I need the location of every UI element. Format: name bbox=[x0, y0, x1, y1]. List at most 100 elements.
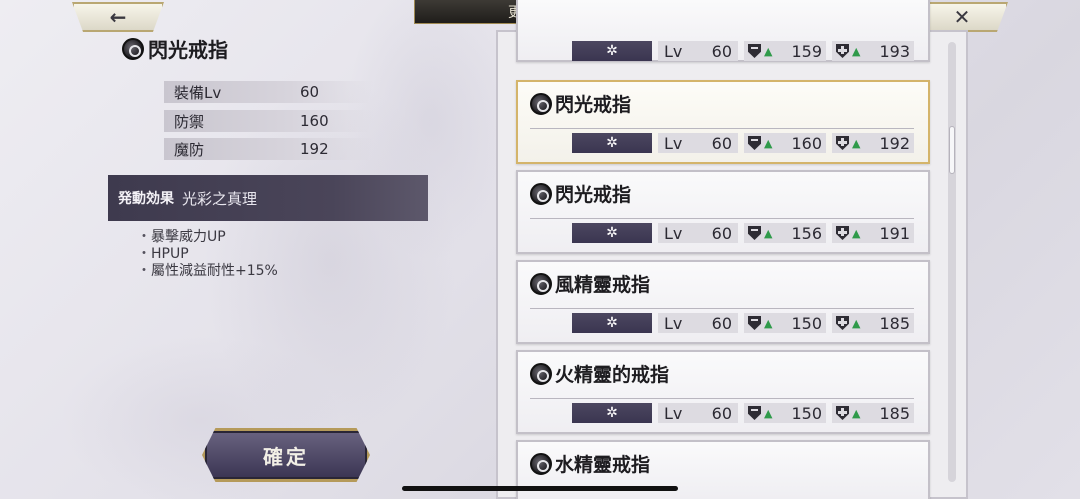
effect-bar: 発動効果 光彩之真理 bbox=[108, 175, 428, 221]
defense-value: 160 bbox=[791, 133, 822, 153]
card-name-text: 風精靈戒指 bbox=[555, 274, 651, 296]
scrollbar-track[interactable] bbox=[948, 42, 956, 482]
effect-item: 暴擊威力UP bbox=[137, 229, 278, 246]
card-name-text: 水精靈戒指 bbox=[555, 454, 651, 476]
defense-box: ▲ 150 bbox=[744, 313, 826, 333]
background-art bbox=[0, 0, 560, 499]
defense-box: ▲ 156 bbox=[744, 223, 826, 243]
shield-icon bbox=[748, 316, 761, 330]
stat-strip: ✲ Lv 60 ▲ 150 ▲ 185 bbox=[572, 312, 918, 334]
ring-icon bbox=[530, 272, 552, 295]
up-arrow-icon: ▲ bbox=[764, 136, 773, 150]
divider bbox=[530, 398, 914, 399]
defense-value: 159 bbox=[791, 41, 822, 61]
stat-row-magic-defense: 魔防 192 bbox=[164, 138, 374, 160]
home-indicator[interactable] bbox=[402, 486, 678, 491]
element-light-icon: ✲ bbox=[572, 133, 652, 153]
equipment-card[interactable]: 風精靈戒指 ✲ Lv 60 ▲ 150 ▲ 185 bbox=[516, 260, 930, 344]
magic-defense-value: 193 bbox=[879, 41, 910, 61]
card-name-text: 閃光戒指 bbox=[555, 94, 632, 116]
ring-icon bbox=[530, 182, 552, 205]
magic-defense-value: 192 bbox=[879, 133, 910, 153]
cross-shield-icon bbox=[836, 406, 849, 420]
equipment-card[interactable]: 閃光戒指 ✲ Lv 60 ▲ 156 ▲ 191 bbox=[516, 170, 930, 254]
shield-icon bbox=[748, 226, 761, 240]
level-label: Lv bbox=[664, 41, 683, 61]
level-value: 60 bbox=[711, 223, 732, 243]
level-label: Lv bbox=[664, 313, 683, 333]
stat-row-defense: 防禦 160 bbox=[164, 110, 374, 132]
level-value: 60 bbox=[711, 41, 732, 61]
defense-box: ▲ 160 bbox=[744, 133, 826, 153]
shield-icon bbox=[748, 136, 761, 150]
level-value: 60 bbox=[711, 403, 732, 423]
card-name: 閃光戒指 bbox=[530, 90, 631, 117]
equipment-card[interactable]: ✲ Lv 60 ▲ 159 ▲ 193 bbox=[516, 0, 930, 62]
card-name: 風精靈戒指 bbox=[530, 270, 650, 297]
level-label: Lv bbox=[664, 403, 683, 423]
magic-defense-box: ▲ 193 bbox=[832, 41, 914, 61]
element-light-icon: ✲ bbox=[572, 41, 652, 61]
magic-defense-value: 191 bbox=[879, 223, 910, 243]
magic-defense-box: ▲ 191 bbox=[832, 223, 914, 243]
magic-defense-box: ▲ 185 bbox=[832, 403, 914, 423]
stat-strip: ✲ Lv 60 ▲ 156 ▲ 191 bbox=[572, 222, 918, 244]
magic-defense-value: 185 bbox=[879, 403, 910, 423]
shield-icon bbox=[748, 406, 761, 420]
card-name-text: 火精靈的戒指 bbox=[555, 364, 670, 386]
divider bbox=[530, 308, 914, 309]
defense-box: ▲ 150 bbox=[744, 403, 826, 423]
detail-item-name: 閃光戒指 bbox=[148, 38, 228, 62]
stat-label: 裝備Lv bbox=[174, 83, 222, 102]
up-arrow-icon: ▲ bbox=[764, 316, 773, 330]
element-light-icon: ✲ bbox=[572, 403, 652, 423]
cross-shield-icon bbox=[836, 316, 849, 330]
up-arrow-icon: ▲ bbox=[764, 226, 773, 240]
back-arrow-icon: ← bbox=[109, 5, 127, 29]
level-label: Lv bbox=[664, 133, 683, 153]
level-value: 60 bbox=[711, 313, 732, 333]
level-box: Lv 60 bbox=[658, 133, 738, 153]
effect-name: 光彩之真理 bbox=[182, 189, 258, 208]
stat-value: 60 bbox=[300, 83, 320, 101]
up-arrow-icon: ▲ bbox=[852, 136, 861, 150]
divider bbox=[530, 128, 914, 129]
level-value: 60 bbox=[711, 133, 732, 153]
defense-value: 156 bbox=[791, 223, 822, 243]
cross-shield-icon bbox=[836, 226, 849, 240]
ring-icon bbox=[530, 362, 552, 385]
ring-icon bbox=[530, 92, 552, 115]
detail-item-title: 閃光戒指 bbox=[122, 34, 228, 63]
effect-item: HPUP bbox=[137, 246, 278, 263]
back-button[interactable]: ← bbox=[72, 2, 164, 32]
stat-value: 160 bbox=[300, 112, 329, 130]
cross-shield-icon bbox=[836, 136, 849, 150]
level-box: Lv 60 bbox=[658, 41, 738, 61]
equipment-card-selected[interactable]: 閃光戒指 ✲ Lv 60 ▲ 160 ▲ 192 bbox=[516, 80, 930, 164]
defense-value: 150 bbox=[791, 403, 822, 423]
close-icon: ✕ bbox=[953, 5, 971, 29]
magic-defense-box: ▲ 192 bbox=[832, 133, 914, 153]
card-name: 閃光戒指 bbox=[530, 180, 631, 207]
confirm-button[interactable]: 確定 bbox=[202, 428, 370, 482]
scrollbar-thumb[interactable] bbox=[949, 126, 955, 174]
card-name-text: 閃光戒指 bbox=[555, 184, 632, 206]
up-arrow-icon: ▲ bbox=[852, 316, 861, 330]
stat-strip: ✲ Lv 60 ▲ 150 ▲ 185 bbox=[572, 402, 918, 424]
up-arrow-icon: ▲ bbox=[764, 406, 773, 420]
shield-icon bbox=[748, 44, 761, 58]
card-name: 水精靈戒指 bbox=[530, 450, 650, 477]
stat-label: 防禦 bbox=[174, 112, 205, 131]
magic-defense-box: ▲ 185 bbox=[832, 313, 914, 333]
cross-shield-icon bbox=[836, 44, 849, 58]
ring-icon bbox=[122, 37, 144, 60]
magic-defense-value: 185 bbox=[879, 313, 910, 333]
equipment-card[interactable]: 火精靈的戒指 ✲ Lv 60 ▲ 150 ▲ 185 bbox=[516, 350, 930, 434]
card-name: 火精靈的戒指 bbox=[530, 360, 669, 387]
up-arrow-icon: ▲ bbox=[852, 44, 861, 58]
effect-label: 発動効果 bbox=[118, 191, 174, 207]
divider bbox=[530, 218, 914, 219]
stat-row-level: 裝備Lv 60 bbox=[164, 81, 374, 103]
effect-list: 暴擊威力UP HPUP 屬性減益耐性+15% bbox=[137, 229, 278, 280]
element-light-icon: ✲ bbox=[572, 223, 652, 243]
